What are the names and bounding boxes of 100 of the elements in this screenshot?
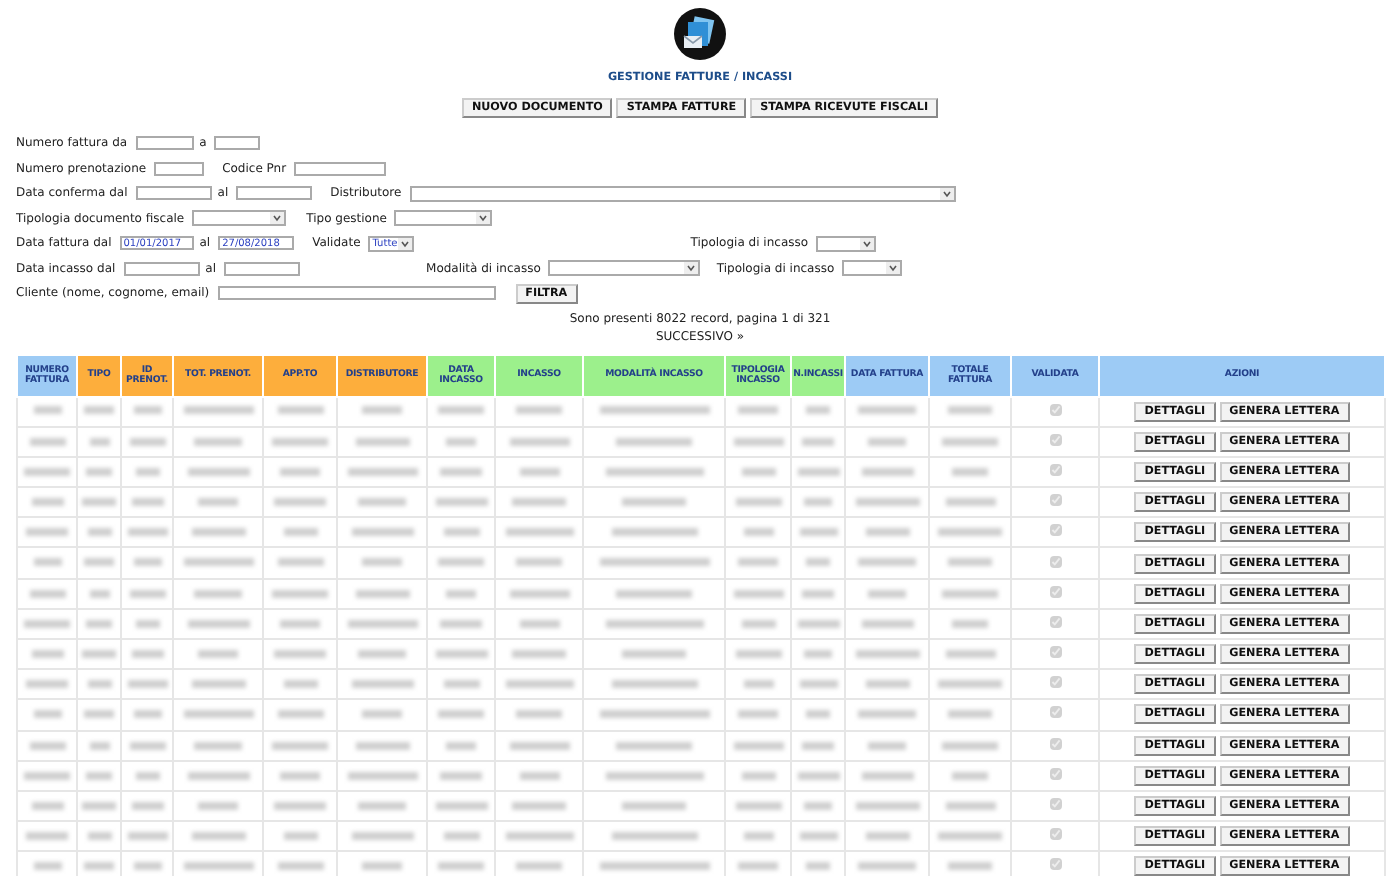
blurred-text bbox=[741, 467, 775, 476]
blurred-text bbox=[952, 467, 988, 476]
blurred-text bbox=[84, 862, 114, 871]
blurred-text bbox=[87, 832, 111, 841]
input-field[interactable] bbox=[123, 261, 200, 276]
blurred-text bbox=[355, 437, 409, 446]
blurred-text bbox=[191, 528, 245, 537]
caret-icon bbox=[270, 212, 285, 225]
blurred-text bbox=[277, 862, 323, 871]
blurred-text bbox=[84, 406, 114, 415]
blurred-text bbox=[129, 589, 165, 598]
blurred-text bbox=[806, 862, 830, 871]
input-field[interactable] bbox=[135, 186, 212, 201]
blurred-text bbox=[24, 619, 70, 628]
blurred-text bbox=[806, 406, 830, 415]
blurred-text bbox=[865, 528, 909, 537]
blurred-text bbox=[804, 649, 832, 658]
blurred-text bbox=[347, 619, 417, 628]
blurred-text bbox=[133, 862, 161, 871]
blurred-text bbox=[868, 741, 906, 750]
blurred-text bbox=[438, 558, 484, 567]
dropdown[interactable] bbox=[548, 260, 701, 277]
blurred-text bbox=[191, 832, 245, 841]
blurred-text bbox=[183, 558, 253, 567]
blurred-text bbox=[86, 619, 112, 628]
input-field[interactable] bbox=[217, 286, 496, 301]
blurred-text bbox=[29, 437, 65, 446]
blurred-text bbox=[358, 649, 406, 658]
blurred-text bbox=[509, 589, 569, 598]
blurred-text bbox=[735, 801, 781, 810]
blurred-text bbox=[945, 801, 995, 810]
blurred-text bbox=[133, 558, 161, 567]
blurred-text bbox=[945, 649, 995, 658]
blurred-text bbox=[438, 710, 484, 719]
blurred-text bbox=[86, 771, 112, 780]
blurred-text bbox=[509, 437, 569, 446]
blurred-text bbox=[446, 437, 476, 446]
blurred-text bbox=[131, 498, 163, 507]
input-field[interactable] bbox=[135, 136, 194, 151]
caret-icon bbox=[398, 237, 413, 250]
blurred-text bbox=[351, 832, 413, 841]
dropdown[interactable] bbox=[409, 185, 956, 202]
blurred-text bbox=[86, 467, 112, 476]
dropdown[interactable] bbox=[394, 210, 493, 227]
blurred-text bbox=[861, 619, 913, 628]
blurred-text bbox=[187, 467, 249, 476]
blurred-text bbox=[802, 437, 834, 446]
blurred-text bbox=[443, 528, 479, 537]
blurred-text bbox=[741, 619, 775, 628]
blurred-text bbox=[868, 437, 906, 446]
blurred-text bbox=[938, 528, 1002, 537]
input-field[interactable] bbox=[224, 261, 301, 276]
blurred-text bbox=[26, 832, 68, 841]
blurred-text bbox=[82, 498, 116, 507]
blurred-text bbox=[509, 741, 569, 750]
blurred-text bbox=[435, 498, 487, 507]
blurred-text bbox=[443, 680, 479, 689]
blurred-text bbox=[29, 741, 65, 750]
blurred-text bbox=[735, 649, 781, 658]
dropdown[interactable] bbox=[842, 260, 903, 277]
input-field[interactable] bbox=[154, 161, 205, 176]
blurred-text bbox=[355, 589, 409, 598]
blurred-text bbox=[89, 437, 109, 446]
blurred-text bbox=[802, 589, 834, 598]
blurred-text bbox=[948, 558, 992, 567]
blurred-text bbox=[87, 680, 111, 689]
blurred-text bbox=[599, 862, 709, 871]
blurred-text bbox=[84, 558, 114, 567]
blurred-text bbox=[358, 801, 406, 810]
input-field[interactable] bbox=[214, 136, 261, 151]
blurred-text bbox=[24, 771, 70, 780]
dropdown[interactable] bbox=[816, 235, 877, 252]
blurred-text bbox=[283, 528, 317, 537]
blurred-text bbox=[519, 467, 559, 476]
blurred-text bbox=[127, 528, 167, 537]
input-field[interactable] bbox=[294, 161, 387, 176]
blurred-text bbox=[277, 406, 323, 415]
blurred-text bbox=[198, 801, 238, 810]
blurred-text bbox=[135, 467, 159, 476]
input-field[interactable] bbox=[236, 186, 313, 201]
blurred-text bbox=[743, 528, 773, 537]
blurred-text bbox=[799, 680, 837, 689]
blurred-text bbox=[438, 862, 484, 871]
blurred-text bbox=[133, 710, 161, 719]
blurred-text bbox=[858, 710, 916, 719]
blurred-text bbox=[942, 589, 998, 598]
blurred-text bbox=[855, 801, 919, 810]
blurred-text bbox=[858, 862, 916, 871]
blurred-text bbox=[33, 558, 61, 567]
dropdown[interactable] bbox=[192, 210, 287, 227]
blurred-text bbox=[283, 680, 317, 689]
blurred-text bbox=[347, 467, 417, 476]
blurred-text bbox=[861, 467, 913, 476]
blurred-text bbox=[135, 619, 159, 628]
blurred-text bbox=[797, 619, 839, 628]
blurred-text bbox=[31, 801, 63, 810]
blurred-text bbox=[438, 406, 484, 415]
blurred-text bbox=[516, 710, 562, 719]
blurred-text bbox=[952, 619, 988, 628]
blurred-text bbox=[26, 680, 68, 689]
